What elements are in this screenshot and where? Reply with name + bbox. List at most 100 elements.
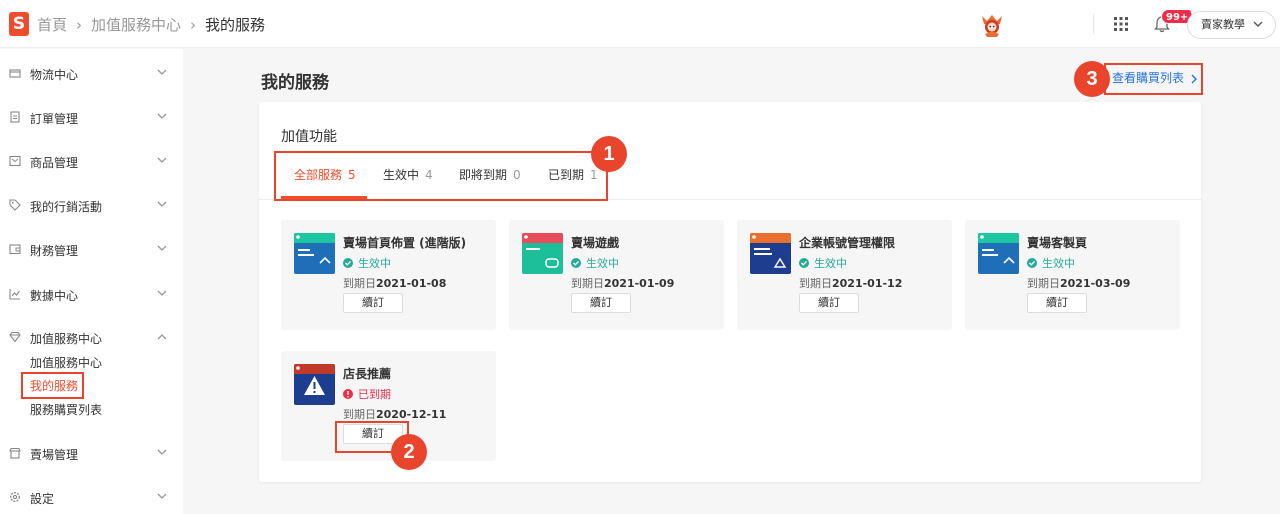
gear-icon: [10, 492, 20, 502]
annotation-number-3: 3: [1074, 61, 1110, 97]
highlight-my-services: [21, 372, 84, 399]
header-divider: [1093, 14, 1094, 34]
service-card: 賣場遊戲 生效中 到期日2021-01-09 續訂: [509, 220, 724, 330]
chevron-down-icon: [1253, 21, 1263, 27]
due-value: 2021-03-09: [1060, 277, 1131, 290]
sidebar-item-value-added[interactable]: 加值服務中心: [0, 328, 183, 348]
chevron-down-icon: [157, 157, 167, 163]
top-header: S 首頁 › 加值服務中心 › 我的服務 99+ 賣家教學: [0, 0, 1280, 48]
sidebar-label: 數據中心: [30, 289, 79, 303]
check-circle-icon: [343, 258, 353, 268]
clipboard-icon: [10, 111, 20, 123]
service-name: 店長推薦: [343, 367, 392, 381]
service-thumbnail: [522, 233, 563, 274]
chevron-down-icon: [157, 113, 167, 119]
due-value: 2020-12-11: [376, 408, 447, 421]
sidebar-item-logistics[interactable]: 物流中心: [0, 64, 183, 84]
breadcrumb-sep-icon: ›: [190, 16, 197, 34]
due-label: 到期日: [1027, 277, 1060, 290]
renew-button[interactable]: 續訂: [799, 293, 859, 313]
service-name: 企業帳號管理權限: [799, 236, 896, 250]
service-status: 生效中: [343, 255, 391, 271]
due-label: 到期日: [571, 277, 604, 290]
breadcrumb: 首頁 › 加值服務中心 › 我的服務: [37, 14, 265, 35]
highlight-tabs: [274, 151, 608, 201]
status-text: 已到期: [358, 388, 391, 401]
mascot-icon[interactable]: [979, 12, 1005, 38]
breadcrumb-sep-icon: ›: [76, 16, 83, 34]
service-card: 企業帳號管理權限 生效中 到期日2021-01-12 續訂: [737, 220, 952, 330]
service-status: 生效中: [571, 255, 619, 271]
sidebar-item-products[interactable]: 商品管理: [0, 152, 183, 172]
diamond-icon: [9, 331, 21, 343]
due-value: 2021-01-12: [832, 277, 903, 290]
chevron-down-icon: [157, 245, 167, 251]
service-thumbnail: [294, 364, 335, 405]
chevron-up-icon: [157, 334, 167, 340]
panel-title: 加值功能: [281, 129, 337, 145]
chevron-down-icon: [157, 449, 167, 455]
annotation-number-2: 2: [391, 434, 427, 470]
status-text: 生效中: [1042, 257, 1075, 270]
tag-icon: [9, 199, 21, 211]
breadcrumb-home[interactable]: 首頁: [37, 16, 67, 34]
truck-icon: [9, 69, 21, 78]
status-text: 生效中: [586, 257, 619, 270]
breadcrumb-current: 我的服務: [205, 16, 266, 34]
box-icon: [9, 155, 21, 167]
sidebar-label: 商品管理: [30, 156, 79, 170]
service-thumbnail: [750, 233, 791, 274]
breadcrumb-value-added[interactable]: 加值服務中心: [91, 16, 181, 34]
sidebar-subitem-purchase-list[interactable]: 服務購買列表: [30, 401, 102, 418]
service-thumbnail: [294, 233, 335, 274]
shopee-logo[interactable]: S: [9, 12, 29, 36]
due-label: 到期日: [799, 277, 832, 290]
service-status: 生效中: [1027, 255, 1075, 271]
account-label: 賣家教學: [1201, 18, 1245, 31]
status-text: 生效中: [814, 257, 847, 270]
due-value: 2021-01-08: [376, 277, 447, 290]
renew-button[interactable]: 續訂: [571, 293, 631, 313]
sidebar-subitem-value-added-center[interactable]: 加值服務中心: [30, 354, 102, 371]
sidebar-item-settings[interactable]: 設定: [0, 488, 183, 508]
check-circle-icon: [1027, 258, 1037, 268]
chevron-down-icon: [157, 290, 167, 296]
sidebar-item-marketing[interactable]: 我的行銷活動: [0, 196, 183, 216]
account-dropdown[interactable]: 賣家教學: [1187, 11, 1276, 39]
sidebar-item-data-center[interactable]: 數據中心: [0, 285, 183, 305]
service-status: 已到期: [343, 386, 391, 402]
sidebar: 物流中心 訂單管理 商品管理 我的行銷活動 財務管理 數據中心 加值服務中心 加…: [0, 49, 183, 514]
due-date: 到期日2021-01-09: [571, 275, 674, 291]
service-name: 賣場首頁佈置 (進階版): [343, 236, 467, 250]
annotation-number-1: 1: [591, 136, 627, 172]
wallet-icon: [9, 244, 21, 255]
due-value: 2021-01-09: [604, 277, 675, 290]
due-label: 到期日: [343, 277, 376, 290]
shop-icon: [9, 447, 21, 459]
highlight-purchase-link: [1104, 63, 1203, 95]
chevron-down-icon: [157, 493, 167, 499]
apps-grid-icon[interactable]: [1114, 17, 1128, 31]
due-date: 到期日2021-01-08: [343, 275, 446, 291]
sidebar-label: 加值服務中心: [30, 332, 103, 346]
sidebar-label: 賣場管理: [30, 448, 79, 462]
chart-icon: [9, 289, 20, 300]
renew-button[interactable]: 續訂: [343, 293, 403, 313]
renew-button[interactable]: 續訂: [1027, 293, 1087, 313]
due-date: 到期日2020-12-11: [343, 406, 446, 422]
status-text: 生效中: [358, 257, 391, 270]
sidebar-item-orders[interactable]: 訂單管理: [0, 108, 183, 128]
alert-circle-icon: [343, 389, 353, 399]
sidebar-item-finance[interactable]: 財務管理: [0, 240, 183, 260]
service-thumbnail: [978, 233, 1019, 274]
service-status: 生效中: [799, 255, 847, 271]
sidebar-label: 我的行銷活動: [30, 200, 103, 214]
check-circle-icon: [571, 258, 581, 268]
service-name: 賣場客製頁: [1027, 236, 1088, 250]
check-circle-icon: [799, 258, 809, 268]
sidebar-label: 訂單管理: [30, 112, 79, 126]
sidebar-item-shop[interactable]: 賣場管理: [0, 444, 183, 464]
due-label: 到期日: [343, 408, 376, 421]
service-card: 賣場首頁佈置 (進階版) 生效中 到期日2021-01-08 續訂: [281, 220, 496, 330]
due-date: 到期日2021-01-12: [799, 275, 902, 291]
